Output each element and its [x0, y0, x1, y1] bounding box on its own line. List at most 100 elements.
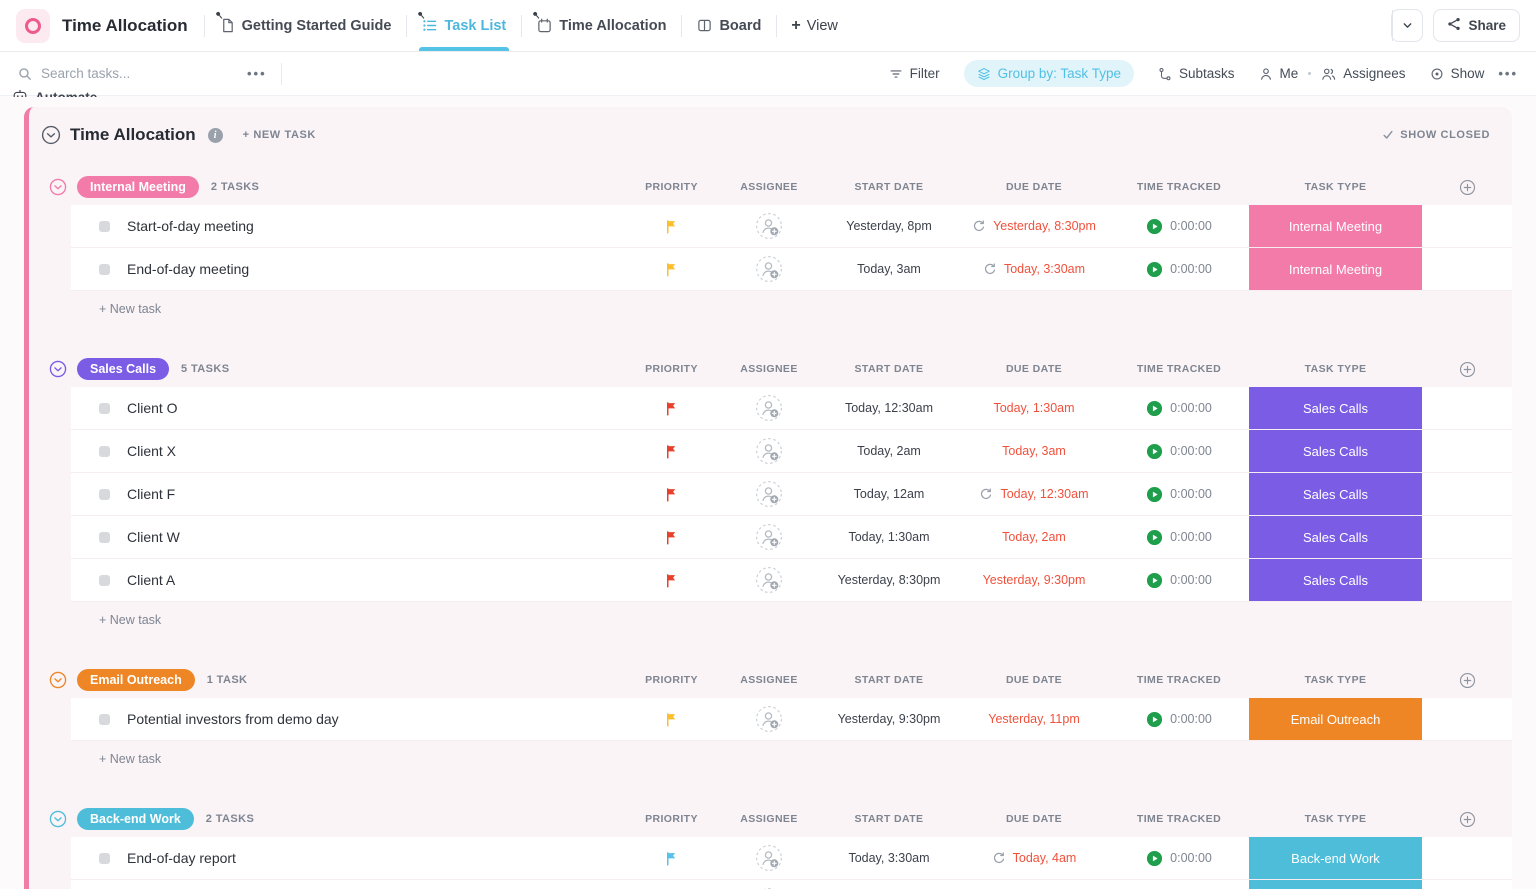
due-date[interactable]: Yesterday, 9:30pm	[983, 573, 1086, 587]
due-date[interactable]: Today, 3:30am	[1004, 262, 1085, 276]
due-date[interactable]: Today, 2am	[1002, 530, 1066, 544]
column-header-assignee[interactable]: ASSIGNEE	[719, 363, 819, 375]
workspace-avatar[interactable]	[16, 8, 50, 43]
collapse-list-icon[interactable]	[41, 125, 61, 145]
chevron-down-icon[interactable]	[1392, 10, 1422, 41]
task-checkbox[interactable]	[99, 263, 110, 275]
column-header-assignee[interactable]: ASSIGNEE	[719, 181, 819, 193]
column-header-due-date[interactable]: DUE DATE	[959, 674, 1109, 686]
time-tracker-play-button[interactable]	[1146, 572, 1163, 589]
toolbar-item-subtasks[interactable]: Subtasks	[1158, 66, 1235, 81]
task-checkbox[interactable]	[99, 445, 110, 457]
group-collapse-icon[interactable]	[49, 178, 67, 196]
column-header-time-tracked[interactable]: TIME TRACKED	[1109, 181, 1249, 193]
task-type-pill[interactable]: Sales Calls	[1249, 473, 1422, 515]
new-task-row-button[interactable]: + New task	[43, 602, 1512, 636]
new-task-button[interactable]: + NEW TASK	[243, 129, 316, 141]
task-name[interactable]: Potential investors from demo day	[127, 711, 339, 727]
show-closed-toggle[interactable]: SHOW CLOSED	[1382, 129, 1490, 141]
info-icon[interactable]: i	[207, 127, 223, 143]
task-type-pill[interactable]: Sales Calls	[1249, 387, 1422, 429]
task-row[interactable]: Start-of-day meeting Yesterday, 8pm Yest…	[71, 205, 1512, 248]
search-input[interactable]	[41, 66, 191, 81]
column-header-priority[interactable]: PRIORITY	[624, 674, 719, 686]
task-type-pill[interactable]: Email Outreach	[1249, 698, 1422, 740]
priority-flag-icon[interactable]	[664, 530, 679, 545]
column-header-start-date[interactable]: START DATE	[819, 181, 959, 193]
task-name[interactable]: End-of-day report	[127, 850, 236, 866]
toolbar-item-show[interactable]: Show	[1430, 66, 1484, 81]
task-type-pill[interactable]: Sales Calls	[1249, 430, 1422, 472]
task-row[interactable]: End-of-day meeting Today, 3am Today, 3:3…	[71, 248, 1512, 291]
priority-flag-icon[interactable]	[664, 851, 679, 866]
assignee-add-button[interactable]	[755, 212, 783, 240]
priority-flag-icon[interactable]	[664, 444, 679, 459]
group-name-pill[interactable]: Sales Calls	[77, 358, 170, 380]
column-header-priority[interactable]: PRIORITY	[624, 813, 719, 825]
assignee-add-button[interactable]	[755, 844, 783, 872]
task-type-pill[interactable]: Internal Meeting	[1249, 205, 1422, 247]
task-checkbox[interactable]	[99, 402, 110, 414]
due-date[interactable]: Today, 4am	[1013, 851, 1077, 865]
task-name[interactable]: Client O	[127, 400, 178, 416]
tab-task-list[interactable]: Task List	[407, 0, 521, 51]
start-date[interactable]: Today, 2am	[857, 444, 921, 458]
group-collapse-icon[interactable]	[49, 671, 67, 689]
search-more-icon[interactable]: •••	[233, 66, 281, 81]
assignee-add-button[interactable]	[755, 394, 783, 422]
task-row[interactable]: End-of-day report Today, 3:30am Today, 4…	[71, 837, 1512, 880]
group-name-pill[interactable]: Email Outreach	[77, 669, 195, 691]
time-tracker-play-button[interactable]	[1146, 400, 1163, 417]
time-tracker-play-button[interactable]	[1146, 443, 1163, 460]
search-box[interactable]	[18, 66, 233, 81]
group-collapse-icon[interactable]	[49, 810, 67, 828]
task-checkbox[interactable]	[99, 852, 110, 864]
assignee-add-button[interactable]	[755, 437, 783, 465]
task-checkbox[interactable]	[99, 713, 110, 725]
column-header-task-type[interactable]: TASK TYPE	[1249, 181, 1422, 193]
task-name[interactable]: Client X	[127, 443, 176, 459]
add-column-button[interactable]	[1422, 811, 1512, 828]
column-header-start-date[interactable]: START DATE	[819, 813, 959, 825]
column-header-start-date[interactable]: START DATE	[819, 363, 959, 375]
task-checkbox[interactable]	[99, 574, 110, 586]
task-checkbox[interactable]	[99, 531, 110, 543]
task-name[interactable]: End-of-day meeting	[127, 261, 249, 277]
tab-time-allocation[interactable]: Time Allocation	[522, 0, 681, 51]
task-row[interactable]: Client O Today, 12:30am Today, 1:30am 0:…	[71, 387, 1512, 430]
task-row[interactable]: Potential investors from demo day Yester…	[71, 698, 1512, 741]
toolbar-item-assignees[interactable]: Assignees	[1321, 66, 1406, 81]
column-header-time-tracked[interactable]: TIME TRACKED	[1109, 363, 1249, 375]
column-header-due-date[interactable]: DUE DATE	[959, 363, 1109, 375]
due-date[interactable]: Yesterday, 8:30pm	[993, 219, 1096, 233]
priority-flag-icon[interactable]	[664, 401, 679, 416]
priority-flag-icon[interactable]	[664, 219, 679, 234]
group-name-pill[interactable]: Back-end Work	[77, 808, 194, 830]
toolbar-more-icon[interactable]: •••	[1484, 66, 1518, 81]
task-row[interactable]: Client X Today, 2am Today, 3am 0:00:00 S…	[71, 430, 1512, 473]
due-date[interactable]: Today, 3am	[1002, 444, 1066, 458]
start-date[interactable]: Today, 12am	[854, 487, 925, 501]
task-name[interactable]: Client F	[127, 486, 175, 502]
assignee-add-button[interactable]	[755, 705, 783, 733]
column-header-priority[interactable]: PRIORITY	[624, 181, 719, 193]
assignee-add-button[interactable]	[755, 255, 783, 283]
toolbar-item-me[interactable]: Me	[1259, 66, 1298, 81]
column-header-task-type[interactable]: TASK TYPE	[1249, 674, 1422, 686]
time-tracker-play-button[interactable]	[1146, 261, 1163, 278]
add-view-button[interactable]: + View	[777, 17, 852, 35]
add-column-button[interactable]	[1422, 672, 1512, 689]
task-row[interactable]: Client F Today, 12am Today, 12:30am 0:00…	[71, 473, 1512, 516]
task-type-pill[interactable]: Back-end Work	[1249, 880, 1422, 889]
column-header-time-tracked[interactable]: TIME TRACKED	[1109, 813, 1249, 825]
tab-board[interactable]: Board	[682, 0, 776, 51]
task-name[interactable]: Client W	[127, 529, 180, 545]
column-header-start-date[interactable]: START DATE	[819, 674, 959, 686]
start-date[interactable]: Today, 3am	[857, 262, 921, 276]
task-checkbox[interactable]	[99, 488, 110, 500]
column-header-due-date[interactable]: DUE DATE	[959, 181, 1109, 193]
column-header-priority[interactable]: PRIORITY	[624, 363, 719, 375]
assignee-add-button[interactable]	[755, 480, 783, 508]
automate-button[interactable]: Automate	[13, 9, 1424, 105]
task-row[interactable]: Check e-mails and daily workload allocat…	[71, 880, 1512, 889]
